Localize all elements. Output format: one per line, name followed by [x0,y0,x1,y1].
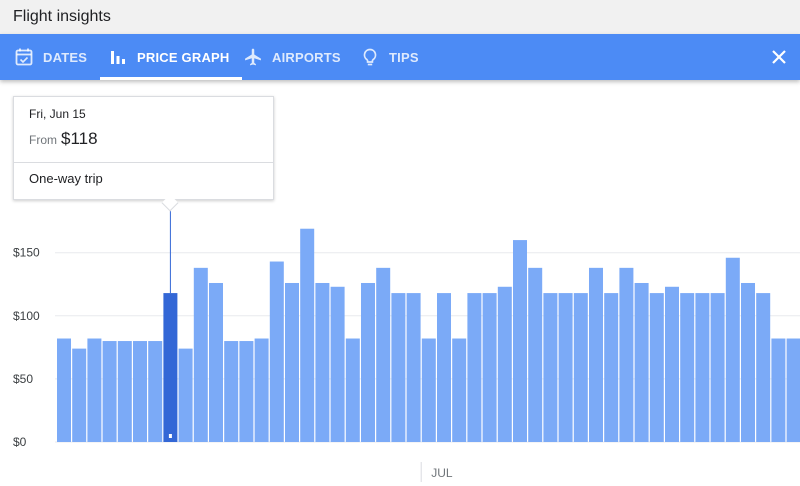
price-bar[interactable] [741,282,755,442]
tab-price-graph-label: PRICE GRAPH [137,49,230,65]
price-bar[interactable] [224,341,239,442]
tooltip-divider [14,162,273,163]
price-bar[interactable] [254,338,269,442]
price-bar[interactable] [72,348,87,442]
price-bar[interactable] [300,228,315,442]
price-bar[interactable] [285,282,299,442]
price-bar[interactable] [133,341,147,442]
y-tick-label: $150 [13,246,40,260]
price-bar[interactable] [680,293,695,442]
close-button[interactable] [768,46,790,68]
y-tick-label: $0 [13,435,27,449]
price-bar[interactable] [148,341,163,442]
price-bar[interactable] [102,341,117,442]
lightbulb-icon [363,48,377,66]
tab-airports-label: AIRPORTS [272,49,341,65]
price-bar[interactable] [193,267,208,442]
price-bar[interactable] [315,282,330,442]
price-bar[interactable] [710,293,725,442]
window-title: Flight insights [13,8,111,25]
price-bar[interactable] [725,257,740,442]
title-bar: Flight insights [0,0,800,34]
price-bar[interactable] [437,293,451,442]
y-tick-label: $100 [13,309,40,323]
price-bar[interactable] [452,338,467,442]
price-bar[interactable] [573,293,588,442]
price-bar[interactable] [57,338,71,442]
price-bar[interactable] [589,267,603,442]
price-bar[interactable] [665,286,679,442]
tooltip-from-label: From [29,133,57,147]
month-label: JUL [431,466,453,480]
price-bar[interactable] [467,293,482,442]
price-bar[interactable] [209,282,223,442]
price-bar[interactable] [513,240,527,442]
selected-bar-marker [168,434,172,438]
tooltip-price-row: From $118 [29,129,98,149]
bar-chart-icon [111,51,125,64]
price-bar[interactable] [361,282,375,442]
tooltip-date: Fri, Jun 15 [29,107,86,121]
price-bar[interactable] [87,338,102,442]
price-bar[interactable] [786,338,800,442]
price-bar[interactable] [421,338,436,442]
tab-dates[interactable]: DATES [14,34,87,80]
tab-tips[interactable]: TIPS [360,34,419,80]
price-bar[interactable] [756,293,771,442]
tooltip-price: $118 [61,129,98,148]
tab-tips-label: TIPS [389,49,419,65]
price-bar[interactable] [634,282,649,442]
price-bar[interactable] [117,341,132,442]
price-bar[interactable] [771,338,786,442]
price-bar[interactable] [543,293,558,442]
tab-dates-label: DATES [43,49,88,65]
price-bar[interactable] [239,341,254,442]
close-icon [772,50,786,64]
tooltip-trip-type: One-way trip [29,171,103,186]
price-bar[interactable] [619,267,634,442]
price-bar[interactable] [497,286,512,442]
price-bar[interactable] [406,293,421,442]
price-tooltip: Fri, Jun 15 From $118 One-way trip [13,96,274,212]
price-bar[interactable] [269,261,284,442]
price-bar[interactable] [528,267,543,442]
tab-bar: DATES PRICE GRAPH AIRPORTS TIPS [0,34,800,80]
price-bar-selected[interactable] [163,293,178,442]
price-bar[interactable] [391,293,406,442]
price-bar[interactable] [376,267,391,442]
price-bar[interactable] [695,293,710,442]
y-tick-label: $50 [13,372,33,386]
price-bar[interactable] [178,348,193,442]
price-bar[interactable] [604,293,619,442]
price-bar[interactable] [345,338,360,442]
calendar-icon [15,48,33,66]
price-bar[interactable] [649,293,664,442]
airplane-icon [245,48,261,66]
price-bar[interactable] [558,293,573,442]
tab-price-graph[interactable]: PRICE GRAPH [100,34,242,80]
price-bar[interactable] [482,293,497,442]
price-bar[interactable] [330,286,345,442]
tab-airports[interactable]: AIRPORTS [243,34,341,80]
